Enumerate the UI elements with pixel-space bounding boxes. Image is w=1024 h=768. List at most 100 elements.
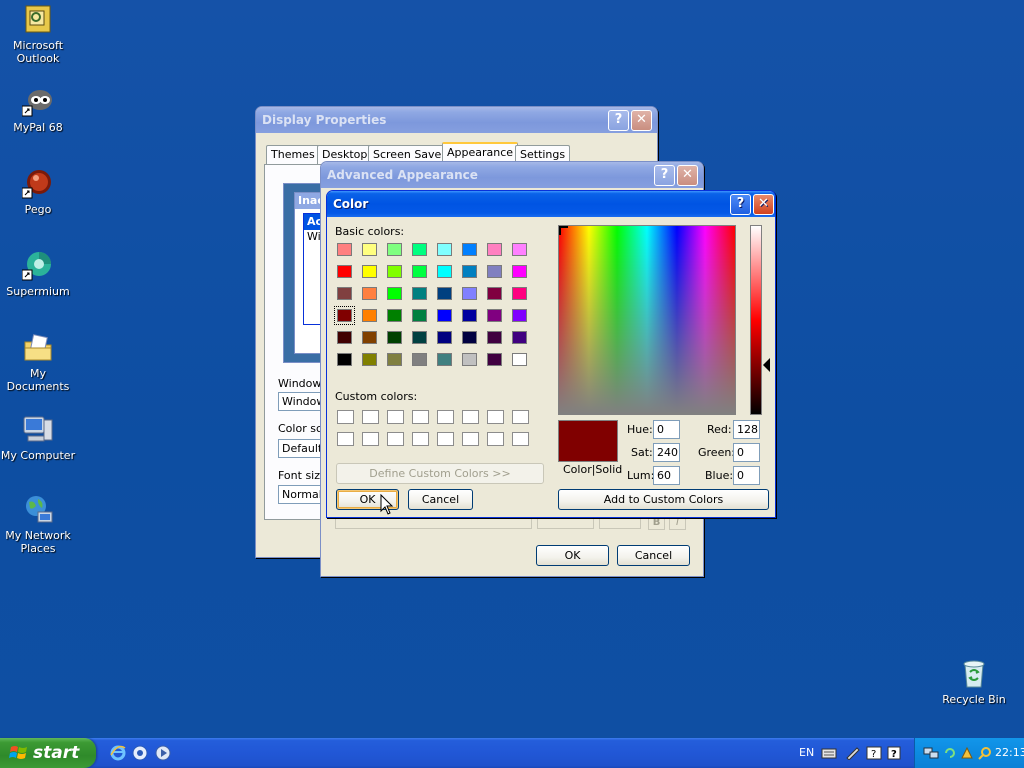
lum-field[interactable]: 60 xyxy=(653,466,680,485)
basic-color-swatch[interactable] xyxy=(512,309,527,322)
basic-color-swatch[interactable] xyxy=(487,265,502,278)
basic-color-swatch[interactable] xyxy=(387,353,402,366)
close-button[interactable]: ✕ xyxy=(631,110,652,131)
luminance-slider-arrow[interactable] xyxy=(763,358,770,372)
help-button[interactable]: ? xyxy=(608,110,629,131)
basic-color-swatch[interactable] xyxy=(487,243,502,256)
basic-color-swatch[interactable] xyxy=(387,265,402,278)
basic-color-swatch[interactable] xyxy=(387,309,402,322)
basic-color-swatch[interactable] xyxy=(362,309,377,322)
basic-color-swatch-selected[interactable] xyxy=(334,306,355,325)
help-button[interactable]: ? xyxy=(654,165,675,186)
antivirus-tray-icon[interactable] xyxy=(960,746,974,760)
keyboard-icon[interactable] xyxy=(821,746,837,760)
network-tray-icon[interactable] xyxy=(923,746,939,760)
desktop-icon-mypal[interactable]: MyPal 68 xyxy=(0,86,76,134)
quick-launch-media[interactable] xyxy=(155,745,171,761)
basic-color-swatch[interactable] xyxy=(387,331,402,344)
basic-color-swatch[interactable] xyxy=(437,243,452,256)
display-properties-titlebar[interactable]: Display Properties ? ✕ xyxy=(256,107,657,133)
language-indicator[interactable]: EN xyxy=(799,746,814,759)
luminance-bar[interactable] xyxy=(750,225,762,415)
basic-color-swatch[interactable] xyxy=(362,243,377,256)
red-field[interactable]: 128 xyxy=(733,420,760,439)
desktop-icon-pego[interactable]: Pego xyxy=(0,168,76,216)
custom-color-swatch[interactable] xyxy=(362,432,379,446)
italic-button[interactable]: I xyxy=(669,516,686,530)
basic-color-swatch[interactable] xyxy=(487,287,502,300)
basic-color-swatch[interactable] xyxy=(412,331,427,344)
hue-field[interactable]: 0 xyxy=(653,420,680,439)
desktop-icon-my-documents[interactable]: My Documents xyxy=(0,332,76,393)
basic-color-swatch[interactable] xyxy=(462,243,477,256)
custom-color-swatch[interactable] xyxy=(337,432,354,446)
custom-color-swatch[interactable] xyxy=(412,432,429,446)
help-language-icon[interactable]: ? xyxy=(866,746,882,760)
basic-color-swatch[interactable] xyxy=(387,243,402,256)
desktop-icon-supermium[interactable]: Supermium xyxy=(0,250,76,298)
custom-color-swatch[interactable] xyxy=(437,410,454,424)
basic-color-swatch[interactable] xyxy=(337,353,352,366)
question-icon[interactable]: ? xyxy=(887,746,901,760)
color-dialog-titlebar[interactable]: Color ? ✕ xyxy=(327,191,775,217)
custom-color-swatch[interactable] xyxy=(387,410,404,424)
blue-field[interactable]: 0 xyxy=(733,466,760,485)
green-field[interactable]: 0 xyxy=(733,443,760,462)
basic-color-swatch[interactable] xyxy=(337,265,352,278)
custom-color-swatch[interactable] xyxy=(437,432,454,446)
ok-button[interactable]: OK xyxy=(536,545,609,566)
quick-launch-browser[interactable] xyxy=(132,745,148,761)
clock[interactable]: 22:13 xyxy=(995,746,1024,759)
basic-color-swatch[interactable] xyxy=(462,265,477,278)
basic-color-swatch[interactable] xyxy=(412,353,427,366)
custom-color-swatch[interactable] xyxy=(412,410,429,424)
desktop-icon-my-network-places[interactable]: My Network Places xyxy=(0,494,76,555)
color-spectrum[interactable] xyxy=(558,225,736,415)
basic-color-swatch[interactable] xyxy=(487,353,502,366)
basic-color-swatch[interactable] xyxy=(412,243,427,256)
search-tray-icon[interactable] xyxy=(978,746,992,760)
start-button[interactable]: start xyxy=(0,738,96,768)
cancel-button[interactable]: Cancel xyxy=(408,489,473,510)
custom-color-swatch[interactable] xyxy=(487,410,504,424)
desktop-icon-outlook[interactable]: Microsoft Outlook xyxy=(0,4,76,65)
basic-color-swatch[interactable] xyxy=(337,243,352,256)
basic-color-swatch[interactable] xyxy=(362,265,377,278)
basic-color-swatch[interactable] xyxy=(387,287,402,300)
basic-color-swatch[interactable] xyxy=(412,309,427,322)
custom-color-swatch[interactable] xyxy=(487,432,504,446)
basic-color-swatch[interactable] xyxy=(487,331,502,344)
custom-color-swatch[interactable] xyxy=(337,410,354,424)
basic-color-swatch[interactable] xyxy=(487,309,502,322)
basic-color-swatch[interactable] xyxy=(412,265,427,278)
basic-color-swatch[interactable] xyxy=(412,287,427,300)
basic-color-swatch[interactable] xyxy=(512,243,527,256)
advanced-appearance-titlebar[interactable]: Advanced Appearance ? ✕ xyxy=(321,162,703,188)
close-button[interactable]: ✕ xyxy=(677,165,698,186)
custom-color-swatch[interactable] xyxy=(512,432,529,446)
basic-color-swatch[interactable] xyxy=(437,265,452,278)
basic-color-swatch[interactable] xyxy=(362,287,377,300)
help-button[interactable]: ? xyxy=(730,194,751,215)
basic-color-swatch[interactable] xyxy=(462,353,477,366)
basic-color-swatch[interactable] xyxy=(512,265,527,278)
custom-color-swatch[interactable] xyxy=(462,410,479,424)
basic-color-swatch[interactable] xyxy=(437,353,452,366)
refresh-tray-icon[interactable] xyxy=(943,746,957,760)
tab-themes[interactable]: Themes xyxy=(266,145,320,165)
quick-launch-ie[interactable] xyxy=(110,745,126,761)
cancel-button[interactable]: Cancel xyxy=(617,545,690,566)
pen-icon[interactable] xyxy=(845,746,861,761)
add-to-custom-colors-button[interactable]: Add to Custom Colors xyxy=(558,489,769,510)
custom-color-swatch[interactable] xyxy=(462,432,479,446)
basic-color-swatch[interactable] xyxy=(337,287,352,300)
desktop-icon-recycle-bin[interactable]: Recycle Bin xyxy=(936,658,1012,706)
define-custom-colors-button[interactable]: Define Custom Colors >> xyxy=(336,463,544,484)
sat-field[interactable]: 240 xyxy=(653,443,680,462)
basic-color-swatch[interactable] xyxy=(437,331,452,344)
desktop-icon-my-computer[interactable]: My Computer xyxy=(0,414,76,462)
basic-color-swatch[interactable] xyxy=(437,309,452,322)
basic-color-swatch[interactable] xyxy=(462,287,477,300)
basic-color-swatch[interactable] xyxy=(362,331,377,344)
basic-color-swatch[interactable] xyxy=(362,353,377,366)
